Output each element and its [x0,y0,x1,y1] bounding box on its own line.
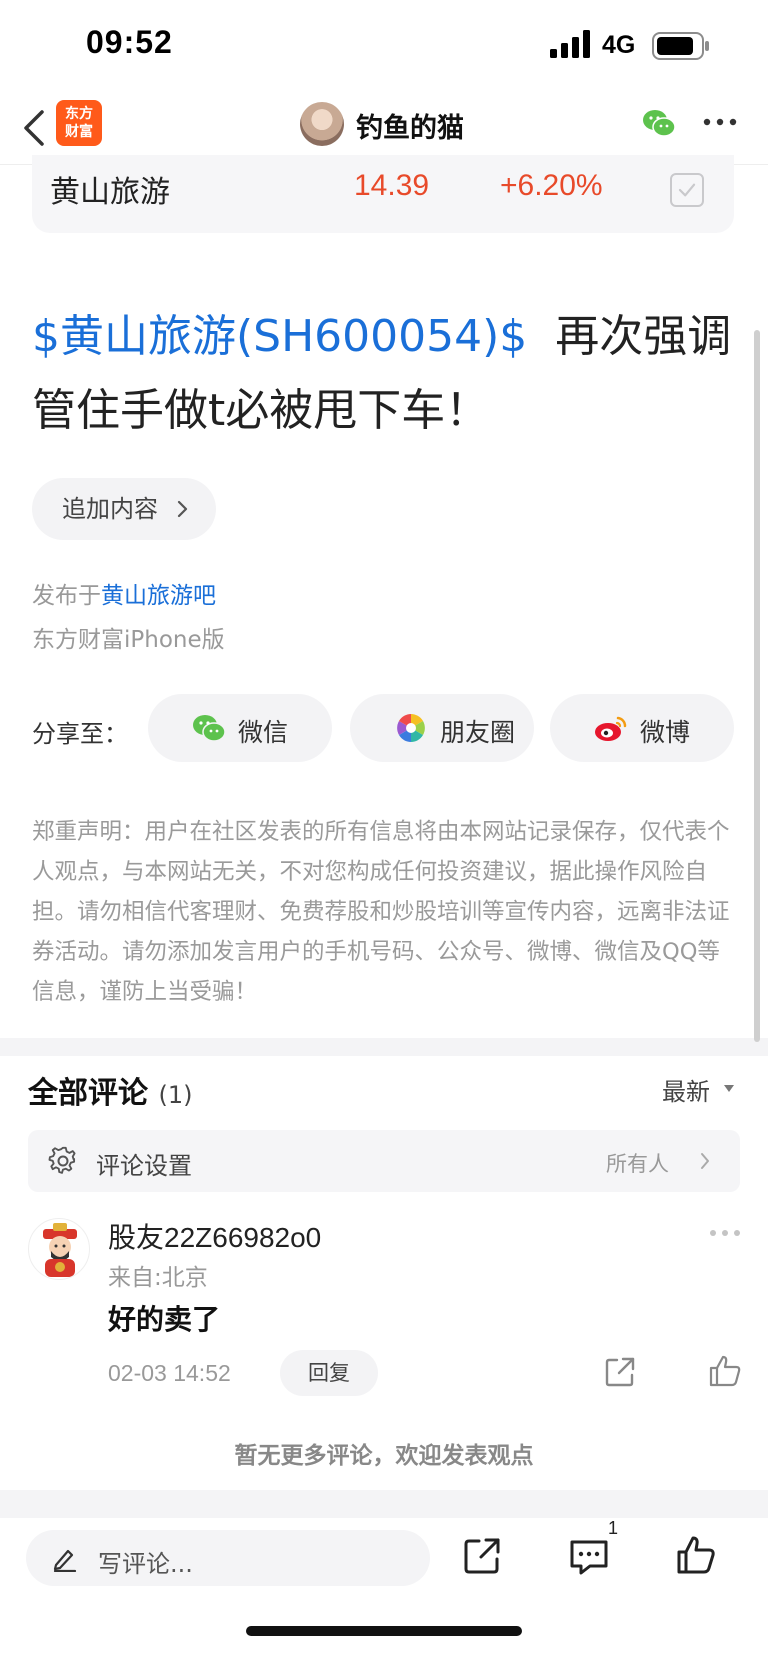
app-logo[interactable]: 东方 财富 [56,100,102,146]
comments-count: (1) [158,1081,193,1109]
append-content-button[interactable]: 追加内容 [32,478,216,540]
more-icon[interactable] [702,116,738,128]
logo-text-1: 东方 [65,106,93,122]
pencil-icon [53,1549,77,1572]
back-icon[interactable] [20,108,48,148]
more-icon[interactable] [708,1228,742,1238]
comment-settings-value: 所有人 [606,1152,669,1176]
stock-price: 14.39 [354,169,430,202]
caret-down-icon[interactable] [723,1084,735,1094]
post-source: 东方财富iPhone版 [32,627,225,653]
nav-title[interactable]: 钓鱼的猫 [356,106,464,145]
comment-icon[interactable] [568,1538,610,1576]
post-text-2: 管住手做t必被甩下车！ [32,385,490,436]
bottom-action-bar: 写评论... 1 [0,1518,768,1662]
comment-settings-row[interactable]: 评论设置 所有人 [28,1130,740,1192]
commenter-location: 来自:北京 [108,1265,208,1291]
moments-icon [397,714,425,742]
thumbs-up-icon[interactable] [676,1534,716,1576]
share-moments-button[interactable]: 朋友圈 [350,694,534,762]
comment-count-badge: 1 [608,1518,619,1538]
author-avatar[interactable] [300,102,344,146]
commenter-avatar[interactable] [28,1218,90,1280]
comments-title: 全部评论 (1) [28,1068,192,1112]
stock-name: 黄山旅游 [50,175,170,210]
comment-settings-label: 评论设置 [96,1152,192,1180]
append-content-label: 追加内容 [62,495,158,523]
share-icon[interactable] [462,1536,502,1576]
publish-info: 发布于黄山旅游吧 [32,576,216,610]
share-weibo-label: 微博 [640,718,691,747]
scrollbar[interactable] [754,330,760,1042]
comment-text: 好的卖了 [108,1303,221,1336]
signal-icon [550,30,590,58]
share-wechat-label: 微信 [238,718,289,747]
sort-dropdown[interactable]: 最新 [662,1072,710,1107]
disclaimer-text: 郑重声明：用户在社区发表的所有信息将由本网站记录保存，仅代表个人观点，与本网站无… [32,819,730,1005]
comments-title-label: 全部评论 [28,1076,148,1111]
bottom-divider [0,1490,768,1518]
stock-card[interactable]: 黄山旅游 14.39 +6.20% [32,155,734,233]
weibo-icon [595,716,627,741]
chevron-right-icon [701,1153,709,1169]
share-weibo-button[interactable]: 微博 [550,694,734,762]
no-more-comments: 暂无更多评论，欢迎发表观点 [234,1443,534,1469]
checkmark-icon[interactable] [670,173,704,207]
status-time: 09:52 [86,24,173,60]
gear-icon [48,1146,76,1174]
reply-button[interactable]: 回复 [280,1350,378,1396]
share-wechat-button[interactable]: 微信 [148,694,332,762]
home-indicator [246,1626,522,1636]
share-moments-label: 朋友圈 [440,718,516,747]
commenter-name[interactable]: 股友22Z66982o0 [108,1216,321,1256]
share-label: 分享至： [32,720,128,748]
write-comment-placeholder: 写评论... [98,1550,193,1578]
battery-icon [652,32,709,60]
section-divider [0,1038,768,1056]
stock-bar-link[interactable]: 黄山旅游吧 [101,583,216,609]
write-comment-input[interactable]: 写评论... [26,1530,430,1586]
post-text-1: 再次强调 [527,311,732,362]
stock-change: +6.20% [500,169,603,202]
comment-time: 02-03 14:52 [108,1360,231,1386]
page: 09:52 4G 东方 财富 钓鱼的猫 黄山旅游 14.39 +6.20% $黄… [0,0,768,1662]
status-bar: 09:52 4G [0,0,768,96]
wechat-icon[interactable] [642,108,676,138]
nav-bar: 东方 财富 钓鱼的猫 [0,96,768,164]
share-icon[interactable] [604,1356,636,1388]
publish-prefix: 发布于 [32,583,101,609]
stock-tag-link[interactable]: $黄山旅游(SH600054)$ [32,311,527,362]
thumbs-up-icon[interactable] [708,1354,742,1388]
caishen-avatar-icon [43,1223,77,1277]
wechat-icon [193,715,226,742]
network-label: 4G [602,31,636,59]
post-content: $黄山旅游(SH600054)$ 再次强调 管住手做t必被甩下车！ [32,300,742,448]
chevron-right-icon [177,500,188,518]
logo-text-2: 财富 [65,124,93,140]
